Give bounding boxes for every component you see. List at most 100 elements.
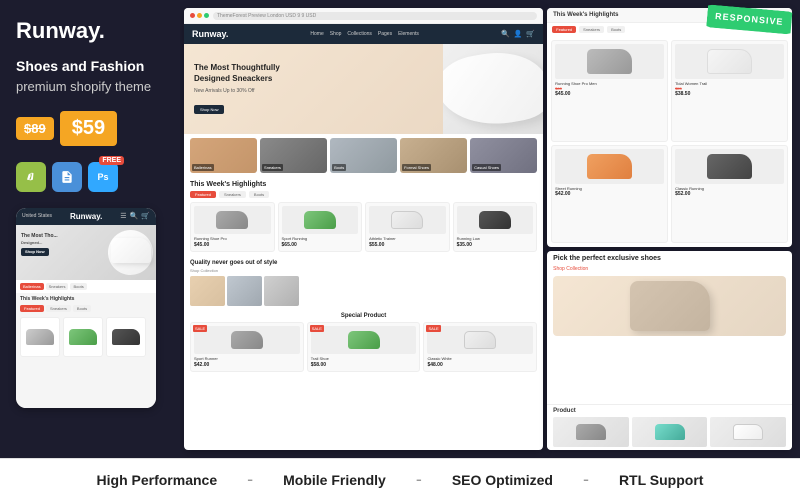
product-card-2[interactable]: Sport Running $65.00 [278,202,363,252]
nav-collections[interactable]: Collections [347,31,371,37]
bottom-product-1[interactable] [553,417,629,447]
thumb-3 [264,276,299,306]
right-product-1[interactable]: Running Shoe Pro Men $60 $45.00 [551,40,668,142]
product-price-2: $65.00 [282,242,359,248]
price-badge: $89 $59 [16,111,164,146]
product-img-2 [282,206,359,234]
product-card-4[interactable]: Running Low $35.00 [453,202,538,252]
right-product-2[interactable]: Tidal Women Trail $55 $38.50 [671,40,788,142]
tab-sneakers-tab[interactable]: Sneakers [219,191,246,198]
highlights-section-title: This Week's Highlights [190,181,537,188]
mobile-product-3[interactable] [106,317,146,357]
nav-elements[interactable]: Elements [398,31,419,37]
desktop-nav-icons: 🔍 👤 🛒 [501,30,535,38]
nav-pages[interactable]: Pages [378,31,392,37]
category-boots[interactable]: Boots [330,138,397,173]
url-text: ThemeForest Preview London USD 9 9 USD [217,13,316,19]
special-section: Special Product SALE Sport Runner $42.00… [184,310,543,375]
category-sneakers[interactable]: Sneakers [260,138,327,173]
tab-boots-tab[interactable]: Boots [249,191,269,198]
right-product-img-2 [675,44,784,79]
mobile-header: United States Runway. ☰ 🔍 🛒 [16,208,156,225]
right-product-3[interactable]: Street Running $42.00 [551,145,668,242]
special-card-2[interactable]: SALE Trail Shoe $58.00 [307,322,421,372]
product-shoe-3 [391,211,423,229]
user-icon[interactable]: 👤 [514,30,523,38]
hero-cta-button[interactable]: Shop Now [194,105,224,114]
hero-left: The Most ThoughtfullyDesigned Sneackers … [184,52,443,126]
product-img-1 [194,206,271,234]
product-card-1[interactable]: Running Shoe Pro $45.00 [190,202,275,252]
file-icon[interactable] [52,162,82,192]
category-casual[interactable]: Casual Shoes [470,138,537,173]
cat-label-4: Formal Shoes [402,164,431,171]
feature-label-1: High Performance [97,472,218,488]
thumb-1 [190,276,225,306]
url-bar[interactable]: ThemeForest Preview London USD 9 9 USD [213,12,537,20]
product-tabs: Featured Sneakers Boots [190,191,537,198]
product-name-4: Running Low [457,236,534,241]
mobile-nav-tabs: Ballerinas Sneakers Boots [16,280,156,293]
mobile-tab-featured[interactable]: Ballerinas [20,283,44,290]
tab-featured[interactable]: Featured [190,191,216,198]
highlight-tabs-mobile: Featured Sneakers Boots [16,305,156,314]
right-top-panel: This Week's Highlights Featured Sneakers… [547,8,792,247]
product-price-1: $45.00 [194,242,271,248]
right-shoe-3 [587,154,632,179]
product-price-4: $35.00 [457,242,534,248]
right-product-price-1: $45.00 [555,91,664,97]
special-title: Special Product [190,313,537,319]
hero-image [443,44,543,134]
mobile-product-2[interactable] [63,317,103,357]
right-product-price-2: $38.50 [675,91,784,97]
shoe-mini-2 [69,329,97,345]
special-price-2: $58.00 [311,362,417,368]
tab-featured-mobile[interactable]: Featured [20,305,44,312]
product-name-2: Sport Running [282,236,359,241]
sale-badge-2: SALE [310,325,324,332]
product-name-1: Running Shoe Pro [194,236,271,241]
week-highlights: This Week's Highlights Featured Sneakers… [184,177,543,256]
category-strip: Ballerinas Sneakers Boots [184,134,543,177]
nav-home[interactable]: Home [310,31,323,37]
feature-high-performance: High Performance [97,472,218,488]
special-name-2: Trail Shoe [311,356,417,361]
quality-title: Quality never goes out of style [190,260,537,266]
mobile-products [16,314,156,360]
mobile-preview-inner: United States Runway. ☰ 🔍 🛒 The Most Tho… [16,208,156,408]
category-formal[interactable]: Formal Shoes [400,138,467,173]
platform-icons: Ps FREE [16,162,164,192]
right-product-img-4 [675,149,784,184]
right-tab-featured[interactable]: Featured [552,26,576,33]
mobile-tab-boots[interactable]: Boots [70,283,86,290]
right-tab-sneakers[interactable]: Sneakers [579,26,604,33]
mobile-tab-sneakers[interactable]: Sneakers [46,283,69,290]
category-ballerinas[interactable]: Ballerinas [190,138,257,173]
mobile-product-1[interactable] [20,317,60,357]
cart-icon[interactable]: 🛒 [526,30,535,38]
shopify-icon[interactable] [16,162,46,192]
right-tab-boots[interactable]: Boots [607,26,625,33]
mobile-hero-shoe [108,230,153,275]
product-img-4 [457,206,534,234]
cat-label-5: Casual Shoes [472,164,501,171]
tab-boots-mobile[interactable]: Boots [73,305,91,312]
shop-collection-link[interactable]: Shop Collection [553,266,786,272]
quality-subtitle[interactable]: Shop Collection [190,268,537,273]
right-product-img-3 [555,149,664,184]
nav-shop[interactable]: Shop [330,31,342,37]
search-icon[interactable]: 🔍 [501,30,510,38]
tab-sneakers-mobile[interactable]: Sneakers [46,305,71,312]
special-card-3[interactable]: SALE Classic White $48.00 [423,322,537,372]
separator-2: - [416,469,422,490]
ps-icon[interactable]: Ps FREE [88,162,118,192]
bottom-product-2[interactable] [632,417,708,447]
product-card-3[interactable]: Athletic Trainer $55.00 [365,202,450,252]
right-product-price-3: $42.00 [555,191,664,197]
feature-label-2: Mobile Friendly [283,472,386,488]
bottom-product-3[interactable] [710,417,786,447]
special-card-1[interactable]: SALE Sport Runner $42.00 [190,322,304,372]
right-product-4[interactable]: Classic Running $52.00 [671,145,788,242]
desktop-nav: Runway. Home Shop Collections Pages Elem… [184,24,543,44]
right-bottom-panel: Pick the perfect exclusive shoes Shop Co… [547,251,792,450]
